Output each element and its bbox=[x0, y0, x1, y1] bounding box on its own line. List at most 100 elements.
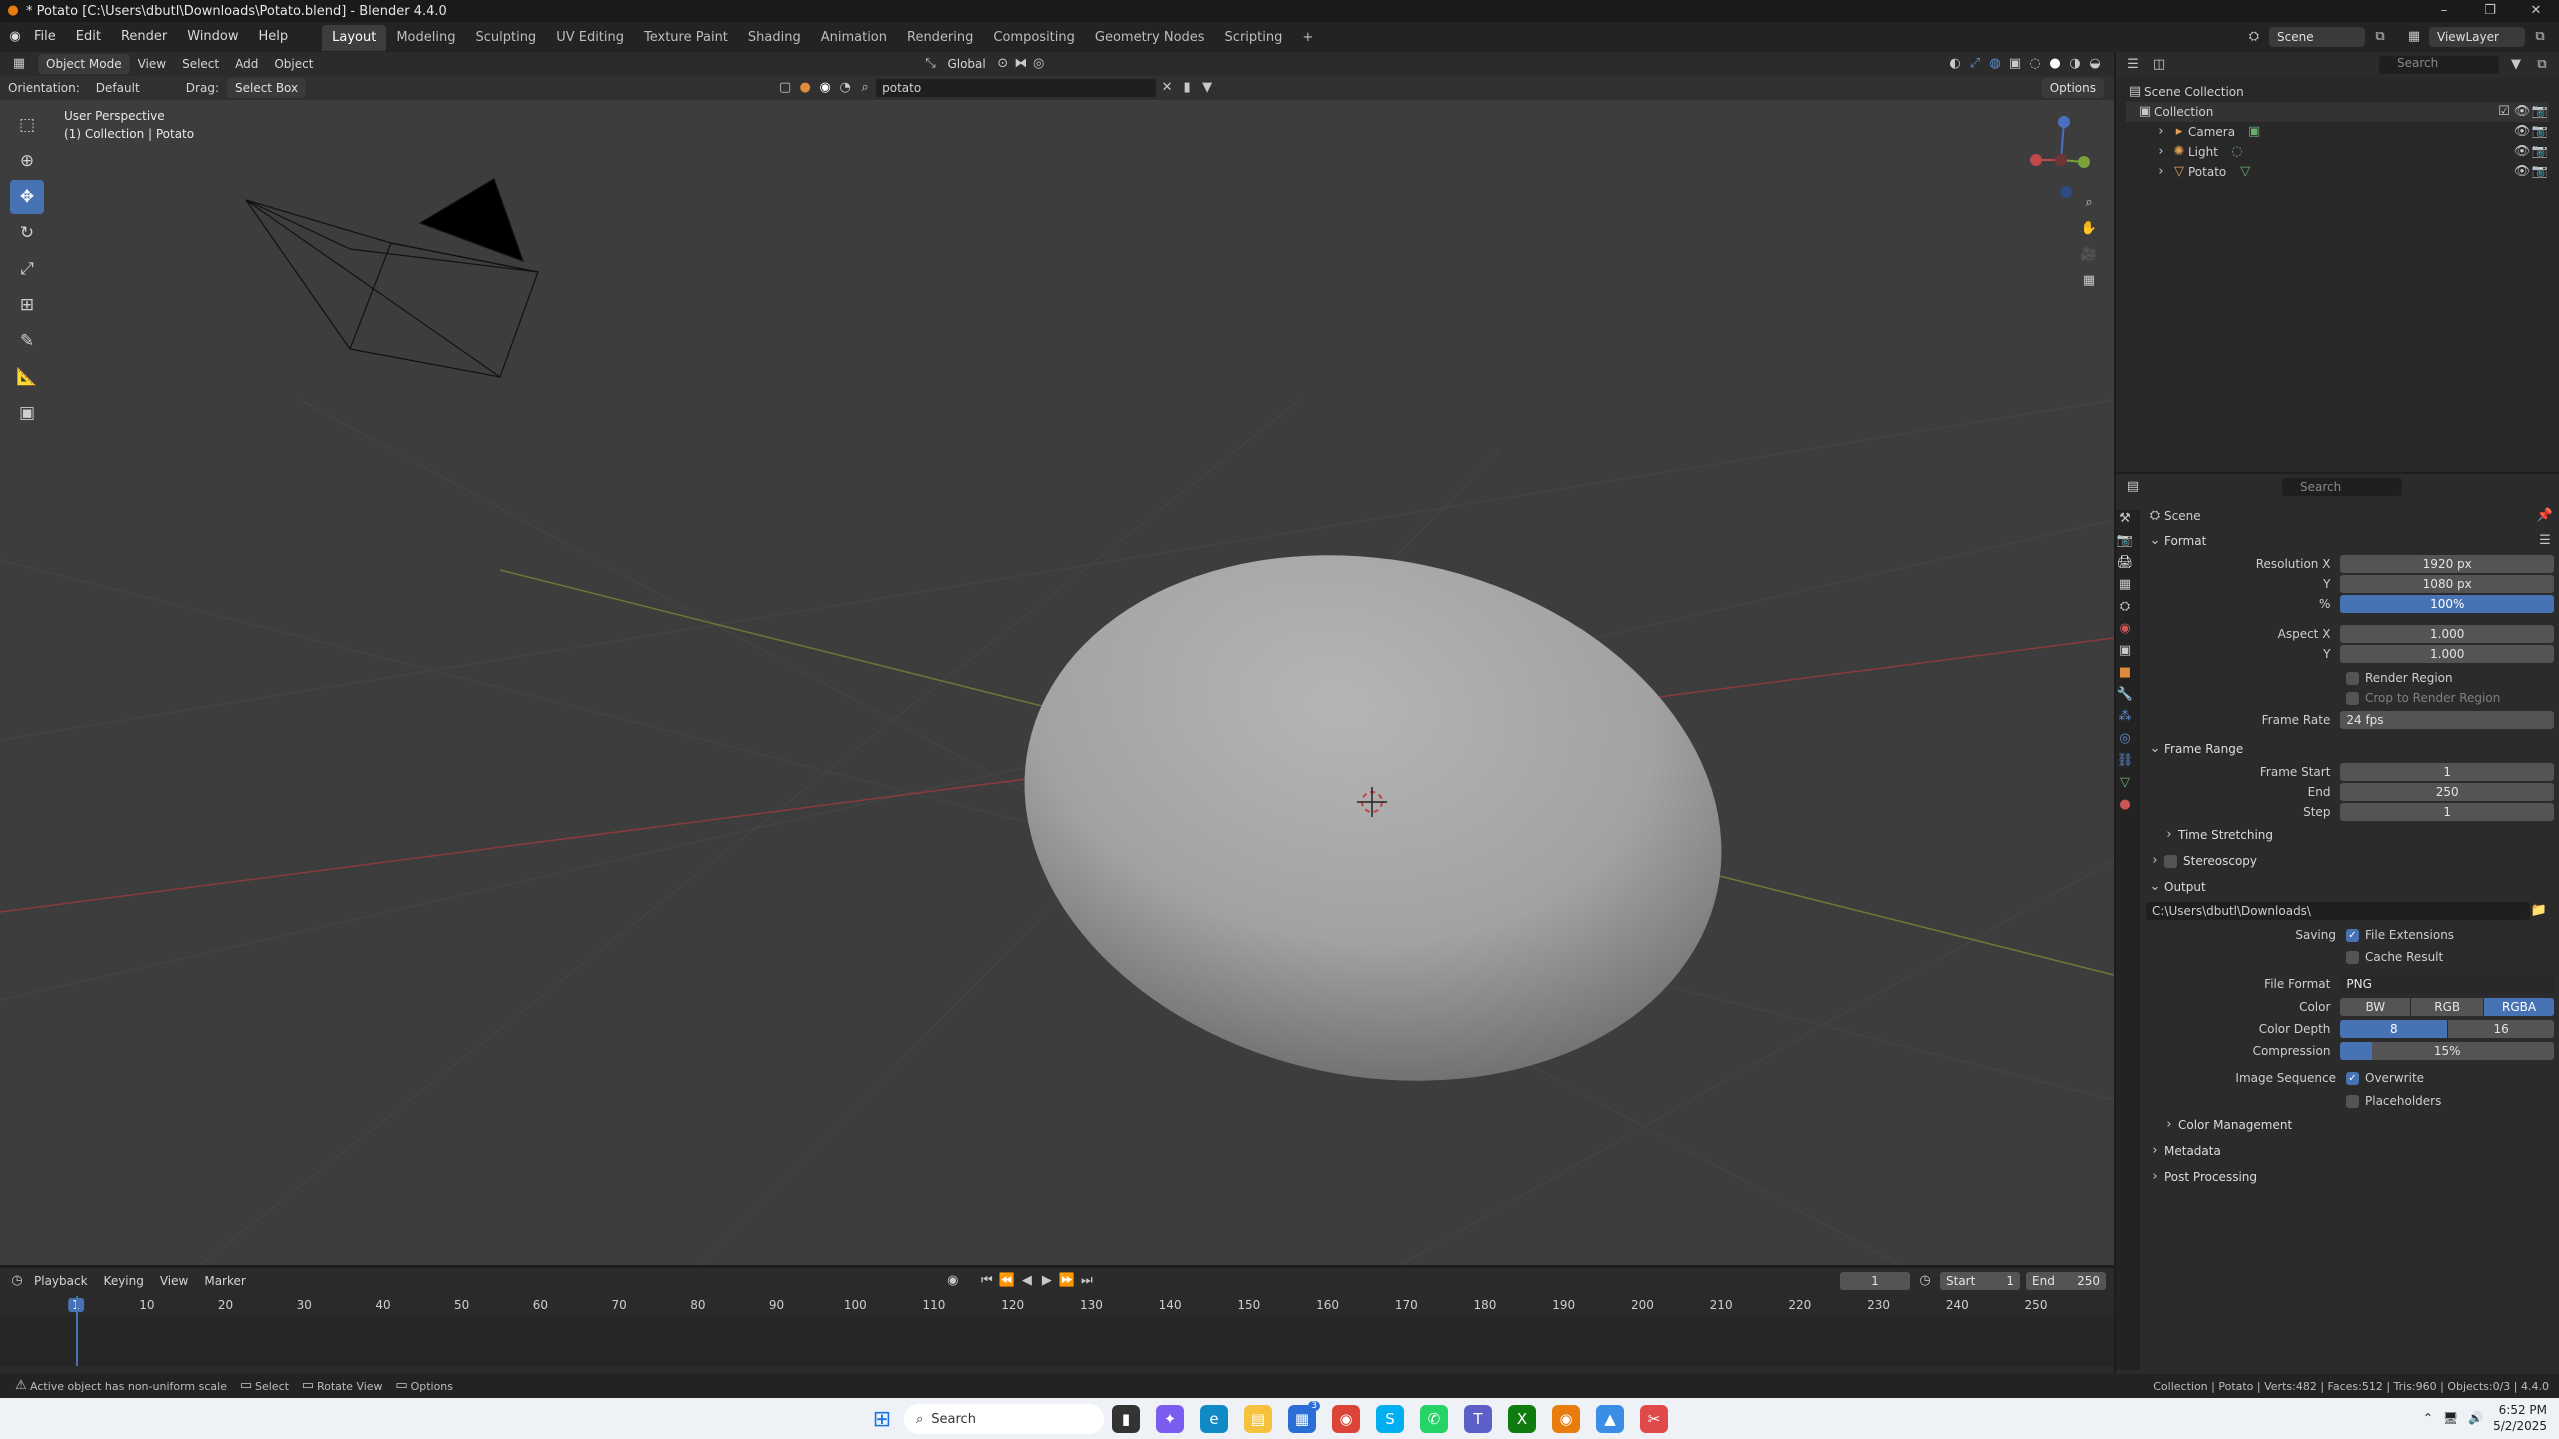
filter-funnel-icon[interactable]: ▼ bbox=[1198, 79, 1216, 97]
cursor-tool-icon[interactable]: ⊕ bbox=[10, 144, 44, 178]
menu-window[interactable]: Window bbox=[177, 22, 248, 52]
color-rgba-option[interactable]: RGBA bbox=[2484, 998, 2554, 1016]
tab-texture-paint[interactable]: Texture Paint bbox=[634, 25, 738, 51]
cache-result-checkbox[interactable] bbox=[2346, 950, 2359, 964]
depth-8-option[interactable]: 8 bbox=[2340, 1020, 2448, 1038]
current-frame-field[interactable]: 1 bbox=[1840, 1272, 1910, 1290]
whatsapp-icon[interactable]: ✆ bbox=[1420, 1405, 1448, 1433]
tool-tab-icon[interactable]: ⚒ bbox=[2116, 510, 2134, 528]
teams-icon[interactable]: T bbox=[1464, 1405, 1492, 1433]
bookmark-icon[interactable]: ▮ bbox=[1178, 79, 1196, 97]
properties-editor-icon[interactable]: ▤ bbox=[2124, 478, 2142, 496]
color-bw-option[interactable]: BW bbox=[2340, 998, 2411, 1016]
new-collection-icon[interactable]: ⧉ bbox=[2533, 56, 2551, 74]
copilot-icon[interactable]: ✦ bbox=[1156, 1405, 1184, 1433]
compression-slider[interactable]: 15% bbox=[2340, 1042, 2554, 1060]
modifier-tab-icon[interactable]: 🔧 bbox=[2116, 686, 2134, 704]
outliner-item-light[interactable]: › ✺ Light ◌ 👁 📷 bbox=[2126, 142, 2549, 162]
viewport-menu-object[interactable]: Object bbox=[266, 57, 321, 71]
pan-hand-icon[interactable]: ✋ bbox=[2080, 220, 2098, 238]
tab-scripting[interactable]: Scripting bbox=[1215, 25, 1293, 51]
viewport-menu-add[interactable]: Add bbox=[227, 57, 266, 71]
frame-step-field[interactable]: 1 bbox=[2340, 803, 2554, 821]
scene-collection-row[interactable]: ▤ Scene Collection bbox=[2126, 82, 2549, 102]
collection-tab-icon[interactable]: ▣ bbox=[2116, 642, 2134, 660]
orientation-selector[interactable]: Default bbox=[88, 81, 178, 95]
blender-menu-icon[interactable]: ◉ bbox=[6, 28, 24, 46]
viewport-search-input[interactable]: potato bbox=[876, 79, 1157, 97]
snipping-icon[interactable]: ✂ bbox=[1640, 1405, 1668, 1433]
clear-search-icon[interactable]: ✕ bbox=[1158, 79, 1176, 97]
visibility-icon[interactable]: ◐ bbox=[1946, 55, 1964, 73]
shading-rendered-icon[interactable]: ◒ bbox=[2086, 55, 2104, 73]
end-frame-field[interactable]: End 250 bbox=[2026, 1272, 2106, 1290]
tab-compositing[interactable]: Compositing bbox=[983, 25, 1085, 51]
file-extensions-checkbox[interactable]: ✓ bbox=[2346, 928, 2359, 942]
outliner-item-potato[interactable]: › ▽ Potato ▽ 👁 📷 bbox=[2126, 162, 2549, 182]
render-tab-icon[interactable]: 📷 bbox=[2116, 532, 2134, 550]
filter-material-icon[interactable]: ● bbox=[796, 79, 814, 97]
play-reverse-icon[interactable]: ◀ bbox=[1018, 1272, 1036, 1290]
frame-rate-dropdown[interactable]: 24 fps bbox=[2340, 711, 2554, 729]
resolution-y-field[interactable]: 1080 px bbox=[2340, 575, 2554, 593]
tab-modeling[interactable]: Modeling bbox=[386, 25, 465, 51]
annotate-tool-icon[interactable]: ✎ bbox=[10, 324, 44, 358]
minimize-icon[interactable]: – bbox=[2421, 2, 2467, 20]
scene-tab-icon[interactable]: ⛭ bbox=[2116, 598, 2134, 616]
color-management-section[interactable]: › Color Management bbox=[2146, 1112, 2554, 1138]
tab-geometry-nodes[interactable]: Geometry Nodes bbox=[1085, 25, 1215, 51]
tab-uv-editing[interactable]: UV Editing bbox=[546, 25, 634, 51]
render-region-checkbox[interactable] bbox=[2346, 671, 2359, 685]
potato-eye-icon[interactable]: 👁 bbox=[2513, 163, 2531, 181]
zoom-icon[interactable]: ⌕ bbox=[2080, 194, 2098, 212]
expand-icon[interactable]: › bbox=[2152, 123, 2170, 141]
display-mode-icon[interactable]: ◫ bbox=[2150, 56, 2168, 74]
windows-start-icon[interactable]: ⊞ bbox=[868, 1405, 896, 1433]
proportional-edit-icon[interactable]: ◎ bbox=[1030, 55, 1048, 73]
select-box-tool-icon[interactable]: ⬚ bbox=[10, 108, 44, 142]
frame-range-section-header[interactable]: ⌄ Frame Range bbox=[2146, 736, 2554, 762]
world-tab-icon[interactable]: ◉ bbox=[2116, 620, 2134, 638]
clock[interactable]: 6:52 PM 5/2/2025 bbox=[2493, 1402, 2547, 1434]
time-stretching-section[interactable]: › Time Stretching bbox=[2146, 822, 2554, 848]
output-path-field[interactable]: C:\Users\dbutl\Downloads\ bbox=[2146, 902, 2530, 920]
mode-selector[interactable]: Object Mode bbox=[38, 54, 130, 74]
overwrite-checkbox[interactable]: ✓ bbox=[2346, 1071, 2359, 1085]
play-icon[interactable]: ▶ bbox=[1038, 1272, 1056, 1290]
aspect-y-field[interactable]: 1.000 bbox=[2340, 645, 2554, 663]
tab-animation[interactable]: Animation bbox=[811, 25, 897, 51]
timeline-menu-keying[interactable]: Keying bbox=[96, 1274, 152, 1288]
timeline-menu-view[interactable]: View bbox=[152, 1274, 196, 1288]
new-scene-icon[interactable]: ⧉ bbox=[2371, 28, 2389, 46]
timeline-editor-icon[interactable]: ◷ bbox=[8, 1272, 26, 1290]
add-cube-tool-icon[interactable]: ▣ bbox=[10, 396, 44, 430]
stopwatch-icon[interactable]: ◷ bbox=[1916, 1272, 1934, 1290]
particles-tab-icon[interactable]: ⁂ bbox=[2116, 708, 2134, 726]
folder-icon[interactable]: 📁 bbox=[2530, 902, 2548, 920]
menu-edit[interactable]: Edit bbox=[66, 22, 111, 52]
gizmo-icon[interactable]: ⤢ bbox=[1966, 55, 1984, 73]
menu-help[interactable]: Help bbox=[249, 22, 299, 52]
object-tab-icon[interactable]: ■ bbox=[2116, 664, 2134, 682]
tab-sculpting[interactable]: Sculpting bbox=[465, 25, 546, 51]
network-icon[interactable]: 🖥 bbox=[2443, 1411, 2458, 1425]
navigation-gizmo[interactable] bbox=[2026, 110, 2096, 200]
taskbar-search[interactable]: ⌕ Search bbox=[904, 1404, 1104, 1434]
store-icon[interactable]: ▦ 3 bbox=[1288, 1401, 1320, 1433]
viewport-menu-select[interactable]: Select bbox=[174, 57, 227, 71]
skype-icon[interactable]: S bbox=[1376, 1405, 1404, 1433]
stereoscopy-section[interactable]: › Stereoscopy bbox=[2146, 848, 2554, 874]
constraints-tab-icon[interactable]: ⛓ bbox=[2116, 752, 2134, 770]
transform-orientation-selector[interactable]: Global bbox=[939, 57, 993, 71]
tab-rendering[interactable]: Rendering bbox=[897, 25, 983, 51]
jump-start-icon[interactable]: ⏮ bbox=[978, 1272, 996, 1290]
collection-row[interactable]: ▣ Collection ☑ 👁 📷 bbox=[2126, 102, 2549, 122]
move-tool-icon[interactable]: ✥ bbox=[10, 180, 44, 214]
shading-wireframe-icon[interactable]: ◌ bbox=[2026, 55, 2044, 73]
menu-file[interactable]: File bbox=[24, 22, 66, 52]
frame-start-field[interactable]: 1 bbox=[2340, 763, 2554, 781]
presets-icon[interactable]: ☰ bbox=[2536, 532, 2554, 550]
expand-icon[interactable]: › bbox=[2152, 163, 2170, 181]
overlay-icon[interactable]: ◍ bbox=[1986, 55, 2004, 73]
file-explorer-icon[interactable]: ▤ bbox=[1244, 1405, 1272, 1433]
